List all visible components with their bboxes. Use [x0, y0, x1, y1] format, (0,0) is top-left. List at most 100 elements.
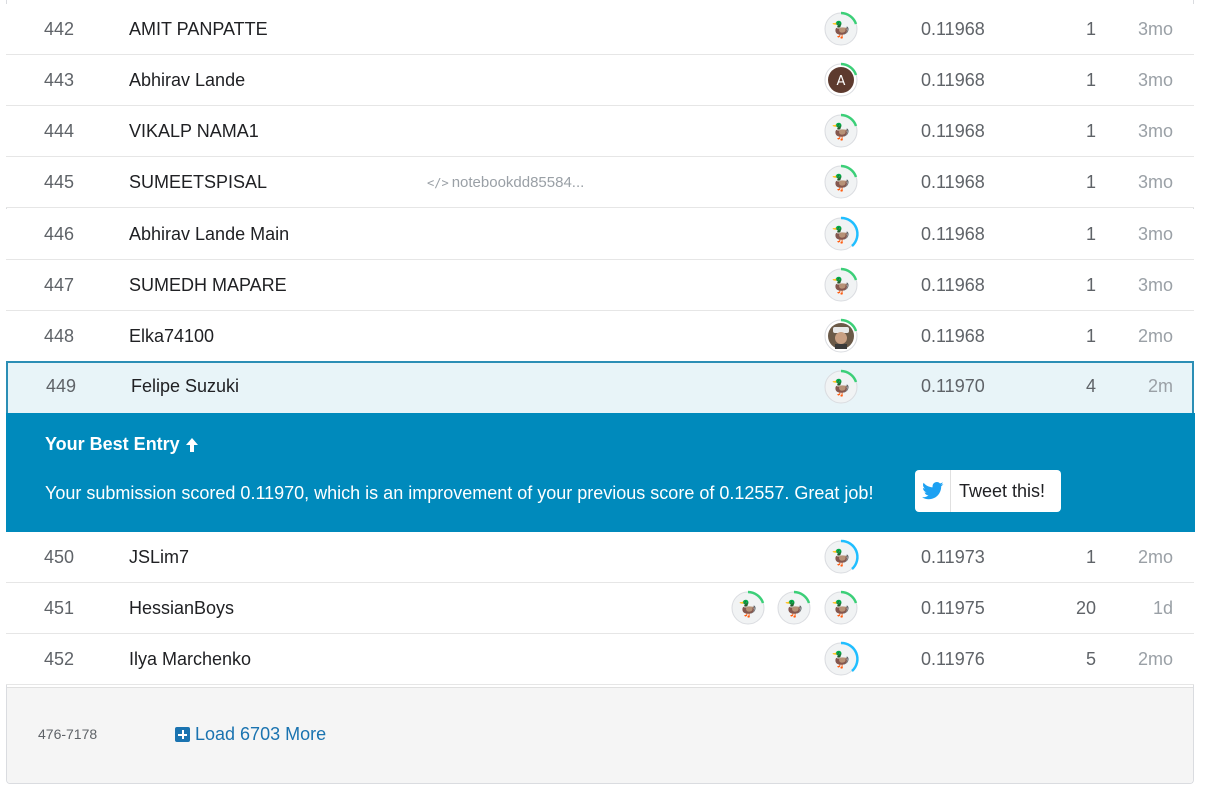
svg-text:🦆: 🦆 [738, 599, 758, 618]
score: 0.11976 [921, 649, 985, 669]
team-name[interactable]: VIKALP NAMA1 [129, 106, 259, 157]
table-row[interactable]: 447 SUMEDH MAPARE 🦆 0.11968 1 3mo [6, 260, 1194, 311]
avatar[interactable]: 🦆 [822, 640, 860, 678]
rank: 452 [44, 649, 75, 669]
load-more-label: Load 6703 More [195, 724, 327, 744]
entries: 1 [1085, 19, 1096, 39]
score: 0.11968 [921, 70, 985, 90]
team-name[interactable]: AMIT PANPATTE [129, 4, 268, 55]
entries: 20 [1075, 598, 1096, 618]
arrow-up-icon [185, 437, 198, 452]
rank: 442 [44, 19, 75, 39]
team-name[interactable]: Abhirav Lande Main [129, 209, 289, 260]
rank: 444 [44, 121, 75, 141]
svg-text:🦆: 🦆 [784, 599, 804, 618]
last-submission: 3mo [1137, 121, 1173, 141]
last-submission: 2m [1147, 376, 1173, 396]
table-row[interactable]: 446 Abhirav Lande Main 🦆 0.11968 1 3mo [6, 209, 1194, 260]
avatar[interactable]: 🦆 [822, 112, 860, 150]
rank: 443 [44, 70, 75, 90]
entries: 1 [1085, 547, 1096, 567]
entries: 1 [1085, 326, 1096, 346]
last-submission: 1d [1152, 598, 1173, 618]
entries: 1 [1085, 121, 1096, 141]
score: 0.11975 [921, 598, 985, 618]
svg-text:🦆: 🦆 [831, 378, 851, 397]
table-row[interactable]: 448 Elka74100 0.11968 1 2mo [6, 311, 1194, 362]
rank: 448 [44, 326, 75, 346]
banner-title-text: Your Best Entry [45, 434, 180, 454]
avatar[interactable]: 🦆 [822, 215, 860, 253]
last-submission: 3mo [1137, 70, 1173, 90]
entries: 5 [1085, 649, 1096, 669]
last-submission: 3mo [1137, 224, 1173, 244]
table-row[interactable]: 442 AMIT PANPATTE 🦆 0.11968 1 3mo [6, 4, 1194, 55]
table-row[interactable]: 444 VIKALP NAMA1 🦆 0.11968 1 3mo [6, 106, 1194, 157]
team-name[interactable]: Felipe Suzuki [131, 361, 239, 412]
avatar[interactable]: 🦆 [822, 589, 860, 627]
svg-text:🦆: 🦆 [831, 20, 851, 39]
code-icon: </> [427, 176, 449, 190]
score: 0.11968 [921, 172, 985, 192]
avatar[interactable]: 🦆 [822, 538, 860, 576]
table-row[interactable]: 443 Abhirav Lande A 0.11968 1 3mo [6, 55, 1194, 106]
avatar[interactable] [822, 317, 860, 355]
last-submission: 3mo [1137, 172, 1173, 192]
avatar[interactable]: 🦆 [775, 589, 813, 627]
svg-text:🦆: 🦆 [831, 276, 851, 295]
svg-text:🦆: 🦆 [831, 173, 851, 192]
avatar[interactable]: 🦆 [822, 10, 860, 48]
my-team-row[interactable]: 449 Felipe Suzuki 🦆 0.11970 4 2m [6, 361, 1194, 413]
table-row[interactable]: 445 SUMEETSPISAL </> notebookdd85584... 🦆… [6, 157, 1194, 208]
svg-text:🦆: 🦆 [831, 225, 851, 244]
team-name[interactable]: HessianBoys [129, 583, 234, 634]
load-more-button[interactable]: Load 6703 More [175, 724, 326, 745]
team-name[interactable]: JSLim7 [129, 532, 189, 583]
avatar[interactable]: 🦆 [822, 163, 860, 201]
score: 0.11968 [921, 19, 985, 39]
rank: 450 [44, 547, 75, 567]
notebook-link[interactable]: </> notebookdd85584... [427, 157, 584, 209]
entries: 1 [1085, 224, 1096, 244]
leaderboard-footer: 476-7178 Load 6703 More [7, 687, 1193, 783]
table-row[interactable]: 452 Ilya Marchenko 🦆 0.11976 5 2mo [6, 634, 1194, 685]
avatar[interactable]: 🦆 [822, 266, 860, 304]
entries: 1 [1085, 275, 1096, 295]
last-submission: 3mo [1137, 19, 1173, 39]
team-name[interactable]: Abhirav Lande [129, 55, 245, 106]
score: 0.11968 [921, 224, 985, 244]
team-name[interactable]: Ilya Marchenko [129, 634, 251, 685]
svg-text:🦆: 🦆 [831, 122, 851, 141]
avatar[interactable]: 🦆 [822, 368, 860, 406]
team-name[interactable]: SUMEETSPISAL [129, 157, 267, 208]
svg-text:🦆: 🦆 [831, 650, 851, 669]
score: 0.11970 [921, 376, 985, 396]
last-submission: 3mo [1137, 275, 1173, 295]
banner-message: Your submission scored 0.11970, which is… [45, 483, 874, 503]
score: 0.11973 [921, 547, 985, 567]
twitter-bird-icon [915, 470, 951, 512]
avatar[interactable]: A [822, 61, 860, 99]
svg-text:🦆: 🦆 [831, 548, 851, 567]
score: 0.11968 [921, 275, 985, 295]
svg-text:A: A [837, 74, 846, 89]
tweet-button[interactable]: Tweet this! [915, 470, 1061, 512]
rank: 447 [44, 275, 75, 295]
team-name[interactable]: Elka74100 [129, 311, 214, 362]
rank: 445 [44, 172, 75, 192]
score: 0.11968 [921, 326, 985, 346]
table-row[interactable]: 451 HessianBoys 🦆 🦆 🦆 0.11975 20 1d [6, 583, 1194, 634]
table-row[interactable]: 450 JSLim7 🦆 0.11973 1 2mo [6, 532, 1194, 583]
banner-title: Your Best Entry [45, 434, 200, 455]
entries: 4 [1085, 376, 1096, 396]
rank: 449 [46, 376, 77, 396]
avatar[interactable]: 🦆 [729, 589, 767, 627]
entries: 1 [1085, 172, 1096, 192]
last-submission: 2mo [1137, 649, 1173, 669]
plus-square-icon [175, 727, 190, 742]
rank: 451 [44, 598, 75, 618]
team-name[interactable]: SUMEDH MAPARE [129, 260, 287, 311]
svg-text:🦆: 🦆 [831, 599, 851, 618]
last-submission: 2mo [1137, 547, 1173, 567]
tweet-label: Tweet this! [959, 480, 1046, 501]
